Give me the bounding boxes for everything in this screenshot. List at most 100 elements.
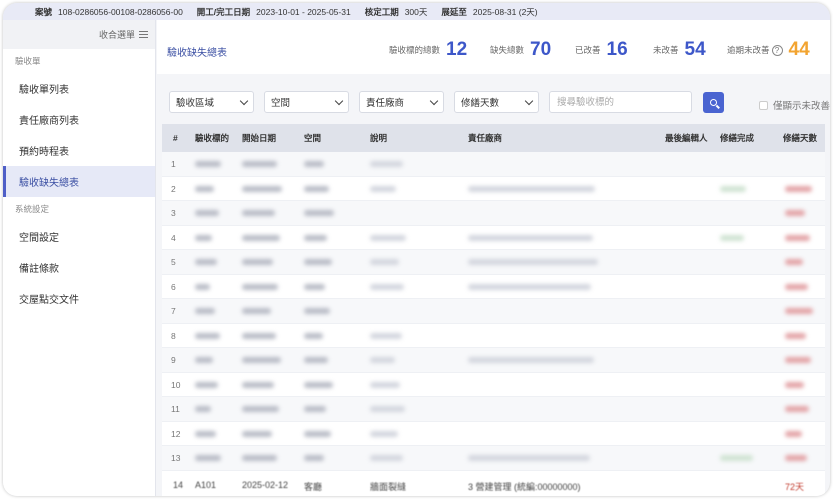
obscured-cell xyxy=(468,357,594,363)
space-select-label: 空間 xyxy=(271,98,291,109)
col-header-repair-done[interactable]: 修繕完成 xyxy=(720,132,754,144)
col-header-vendor[interactable]: 責任廠商 xyxy=(468,132,502,144)
obscured-cell xyxy=(304,259,332,265)
row-index: 5 xyxy=(171,257,176,267)
obscured-cell xyxy=(468,259,598,265)
search-icon xyxy=(710,99,717,106)
row-index: 3 xyxy=(171,208,176,218)
space-select[interactable]: 空間 xyxy=(264,91,349,113)
sidebar-item-schedule[interactable]: 預約時程表 xyxy=(3,135,155,166)
help-icon[interactable]: ? xyxy=(771,44,783,56)
obscured-cell xyxy=(304,455,324,461)
sidebar-item-vendor-list[interactable]: 責任廠商列表 xyxy=(3,104,155,135)
obscured-cell xyxy=(785,381,804,388)
obscured-cell xyxy=(304,332,323,339)
col-header-space[interactable]: 空間 xyxy=(304,132,321,144)
row-repair-days: 72天 xyxy=(785,482,805,492)
stat-improved: 已改善 16 xyxy=(575,39,628,61)
col-header-description[interactable]: 說明 xyxy=(370,132,387,144)
table-row[interactable]: 8 xyxy=(162,324,825,348)
col-header-index[interactable]: # xyxy=(173,133,178,143)
table-row[interactable]: 1 xyxy=(162,152,825,177)
collapse-menu-button[interactable]: 收合選單 xyxy=(3,20,155,49)
table-row[interactable]: 12 xyxy=(162,422,825,446)
obscured-cell xyxy=(195,210,219,216)
table-row[interactable]: 11 xyxy=(162,397,825,422)
sidebar-item-defect-summary[interactable]: 驗收缺失總表 xyxy=(3,166,155,197)
table-row[interactable]: 6 xyxy=(162,275,825,299)
obscured-cell xyxy=(242,185,282,192)
obscured-cell xyxy=(785,308,813,314)
search-input[interactable] xyxy=(549,91,692,113)
hamburger-icon xyxy=(139,29,148,39)
case-number-label: 案號 xyxy=(35,6,53,17)
table-header: # 驗收標的 開始日期 空間 說明 責任廠商 最後編輯人 修繕完成 修繕天數 xyxy=(162,124,825,152)
approved-days-value: 300天 xyxy=(404,6,428,17)
obscured-cell xyxy=(304,308,330,314)
obscured-cell xyxy=(242,161,277,167)
obscured-cell xyxy=(304,234,327,241)
table-row[interactable]: 5 xyxy=(162,250,825,275)
period-value: 2023-10-01 - 2025-05-31 xyxy=(256,6,351,17)
stat-overdue: 逾期未改善 ? 44 xyxy=(727,39,810,61)
vendor-select[interactable]: 責任廠商 xyxy=(359,91,444,113)
sidebar-item-handover-docs[interactable]: 交屋點交文件 xyxy=(3,283,155,314)
stat-value: 70 xyxy=(530,39,552,60)
sidebar-item-notes[interactable]: 備註條款 xyxy=(3,252,155,283)
chevron-down-icon xyxy=(524,96,534,105)
extension-label: 展延至 xyxy=(441,6,467,17)
only-unimproved-toggle[interactable]: 僅顯示未改善 xyxy=(759,98,830,112)
obscured-cell xyxy=(785,406,809,412)
table-row[interactable]: 13 xyxy=(162,446,825,471)
col-header-last-editor[interactable]: 最後編輯人 xyxy=(665,132,708,144)
table-row[interactable]: 4 xyxy=(162,226,825,250)
stat-value: 44 xyxy=(788,39,810,60)
table-row[interactable]: 7 xyxy=(162,299,825,324)
stat-total-targets: 驗收標的總數 12 xyxy=(389,39,467,61)
obscured-cell xyxy=(242,357,281,363)
obscured-cell xyxy=(370,381,400,388)
table-row[interactable]: 14 A101 2025-02-12 客廳 牆面裂縫 3 營建管理 (統編:00… xyxy=(162,477,825,496)
sidebar-item-inspection-list[interactable]: 驗收單列表 xyxy=(3,73,155,104)
obscured-cell xyxy=(242,455,277,461)
table-row[interactable]: 3 xyxy=(162,201,825,226)
search-button[interactable] xyxy=(703,92,724,113)
obscured-cell xyxy=(242,283,278,290)
main-content: 驗收缺失總表 驗收標的總數 12 缺失總數 70 已改善 16 未改善 54 逾… xyxy=(157,20,830,496)
area-select[interactable]: 驗收區域 xyxy=(169,91,254,113)
filter-bar: 驗收區域 空間 責任廠商 修繕天數 僅顯示未改善 xyxy=(157,74,830,126)
table-row[interactable]: 2 xyxy=(162,177,825,201)
stat-label: 驗收標的總數 xyxy=(389,45,441,55)
obscured-cell xyxy=(195,406,211,412)
obscured-cell xyxy=(242,259,273,265)
obscured-cell xyxy=(370,430,398,437)
table-row[interactable]: 10 xyxy=(162,373,825,397)
obscured-cell xyxy=(304,161,324,167)
page-header: 驗收缺失總表 驗收標的總數 12 缺失總數 70 已改善 16 未改善 54 逾… xyxy=(157,20,830,74)
obscured-cell xyxy=(370,259,399,265)
stat-total-defects: 缺失總數 70 xyxy=(490,39,551,61)
sidebar-item-space-settings[interactable]: 空間設定 xyxy=(3,221,155,252)
obscured-cell xyxy=(304,185,329,192)
obscured-cell xyxy=(304,283,325,290)
row-space: 客廳 xyxy=(304,482,323,492)
obscured-cell xyxy=(304,381,333,388)
stat-label: 未改善 xyxy=(653,45,679,55)
obscured-cell xyxy=(370,161,403,167)
row-index: 11 xyxy=(171,404,180,414)
table-row[interactable]: 9 xyxy=(162,348,825,373)
obscured-cell xyxy=(785,332,806,339)
repair-days-select[interactable]: 修繕天數 xyxy=(454,91,539,113)
only-unimproved-label: 僅顯示未改善 xyxy=(773,101,830,112)
col-header-repair-days[interactable]: 修繕天數 xyxy=(783,132,817,144)
col-header-target[interactable]: 驗收標的 xyxy=(195,132,229,144)
obscured-cell xyxy=(468,234,593,241)
obscured-cell xyxy=(195,259,217,265)
stat-value: 54 xyxy=(684,39,706,60)
row-vendor: 3 營建管理 (統編:00000000) xyxy=(468,482,581,492)
checkbox[interactable] xyxy=(759,100,768,110)
row-index: 9 xyxy=(171,355,176,365)
row-index: 1 xyxy=(171,159,176,169)
chevron-down-icon xyxy=(239,96,249,105)
col-header-start-date[interactable]: 開始日期 xyxy=(242,132,276,144)
